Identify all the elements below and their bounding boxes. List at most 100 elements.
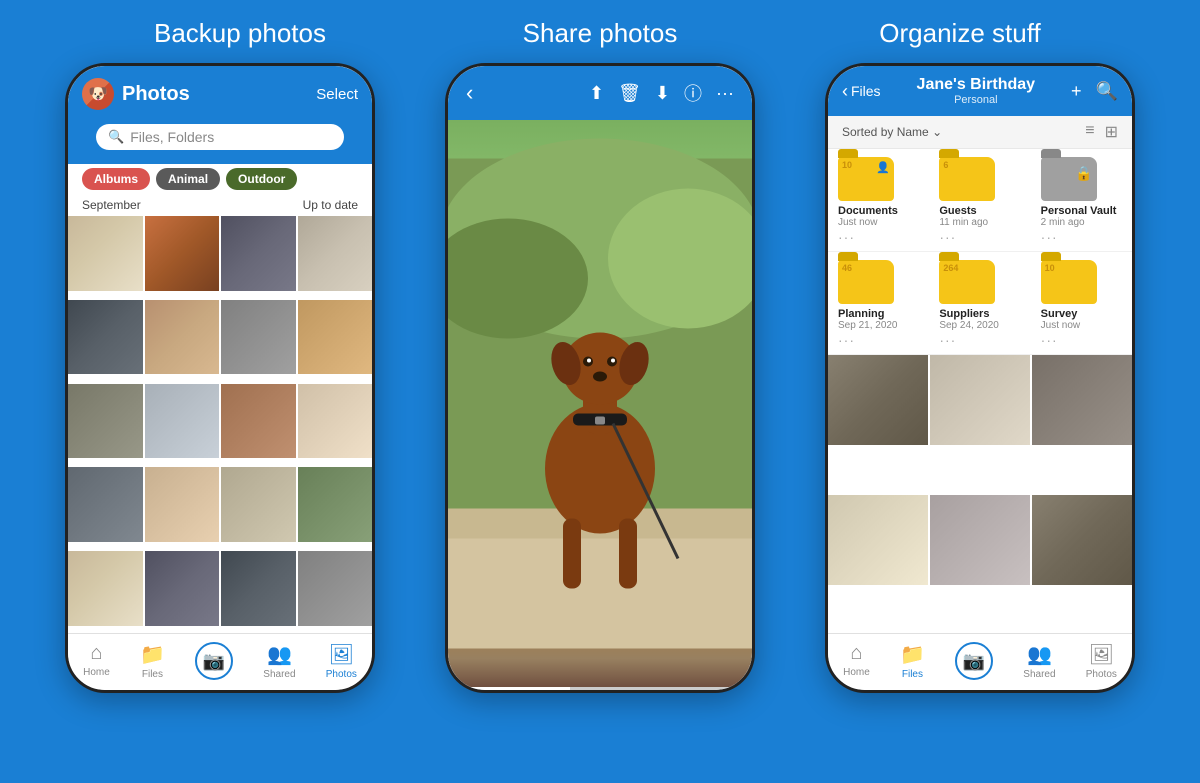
nav-home-label: Home <box>843 667 870 678</box>
nav-camera[interactable]: 📷 <box>195 642 233 680</box>
p3-back-button[interactable]: ‹ Files <box>842 81 881 102</box>
photo-cell[interactable] <box>930 495 1030 585</box>
info-icon[interactable]: ⓘ <box>684 80 702 106</box>
photo-cell[interactable] <box>145 467 220 542</box>
folder-documents[interactable]: 10 👤 Documents Just now ··· <box>828 149 929 252</box>
folder-date: Sep 24, 2020 <box>939 320 999 331</box>
folder-menu-icon[interactable]: ··· <box>1041 229 1058 245</box>
photo-cell[interactable] <box>298 551 373 626</box>
avatar: 🐶 <box>82 78 114 110</box>
photo-cell[interactable] <box>221 216 296 291</box>
nav-photos[interactable]: 🖼 Photos <box>1086 642 1117 680</box>
photo-cell[interactable] <box>68 300 143 375</box>
section-label: September <box>82 198 141 212</box>
photo-cell[interactable] <box>68 384 143 459</box>
folder-planning[interactable]: 46 Planning Sep 21, 2020 ··· <box>828 252 929 355</box>
photo-cell[interactable] <box>298 300 373 375</box>
feature-title-share: Share photos <box>440 18 760 49</box>
folder-personal-vault[interactable]: 🔒 Personal Vault 2 min ago ··· <box>1031 149 1132 252</box>
p2-photo-view[interactable] <box>448 120 752 687</box>
folder-tab <box>1041 149 1061 158</box>
nav-photos-label: Photos <box>1086 669 1117 680</box>
phone-organize: ‹ Files Jane's Birthday Personal + 🔍 Sor… <box>825 63 1135 693</box>
nav-camera[interactable]: 📷 <box>955 642 993 680</box>
photo-cell[interactable] <box>221 300 296 375</box>
photo-cell[interactable] <box>1032 355 1132 445</box>
back-arrow-icon: ‹ <box>842 81 848 102</box>
photos-icon: 🖼 <box>1089 642 1114 667</box>
tag-animal[interactable]: Animal <box>156 168 220 190</box>
share-icon[interactable]: ⬆ <box>589 83 604 104</box>
tag-albums[interactable]: Albums <box>82 168 150 190</box>
p1-header: 🐶 Photos Select <box>68 66 372 118</box>
nav-photos[interactable]: 🖼 Photos <box>326 642 357 680</box>
download-icon[interactable]: ⬇ <box>655 83 670 104</box>
folder-date: Just now <box>838 217 877 228</box>
photo-cell[interactable] <box>828 495 928 585</box>
photo-cell[interactable] <box>68 467 143 542</box>
photo-cell[interactable] <box>68 216 143 291</box>
folder-menu-icon[interactable]: ··· <box>1041 332 1058 348</box>
camera-circle: 📷 <box>195 642 233 680</box>
share-badge-icon: 👤 <box>876 161 890 174</box>
nav-files[interactable]: 📁 Files <box>140 642 165 680</box>
add-button[interactable]: + <box>1071 81 1082 102</box>
list-view-icon[interactable]: ≡ <box>1085 122 1094 142</box>
photo-cell[interactable] <box>221 467 296 542</box>
nav-home[interactable]: ⌂ Home <box>83 642 110 680</box>
files-icon: 📁 <box>140 642 165 667</box>
folder-menu-icon[interactable]: ··· <box>838 229 855 245</box>
home-icon: ⌂ <box>90 642 102 665</box>
p1-search-bar[interactable]: 🔍 Files, Folders <box>96 124 344 150</box>
folder-icon-wrap: 46 <box>838 260 894 304</box>
back-button[interactable]: ‹ <box>466 80 473 106</box>
nav-files[interactable]: 📁 Files <box>900 642 925 680</box>
photo-cell[interactable] <box>221 551 296 626</box>
folder-menu-icon[interactable]: ··· <box>939 332 956 348</box>
more-icon[interactable]: ··· <box>716 83 734 104</box>
dog-photo-svg <box>448 120 752 687</box>
folder-suppliers[interactable]: 264 Suppliers Sep 24, 2020 ··· <box>929 252 1030 355</box>
photo-cell[interactable] <box>145 216 220 291</box>
folder-icon: 46 <box>838 260 894 304</box>
p3-sort-bar: Sorted by Name ⌄ ≡ ⊞ <box>828 116 1132 149</box>
folder-survey[interactable]: 10 Survey Just now ··· <box>1031 252 1132 355</box>
photo-cell[interactable] <box>145 300 220 375</box>
sort-label[interactable]: Sorted by Name ⌄ <box>842 125 942 139</box>
p2-header: ‹ ⬆ 🗑 ⬇ ⓘ ··· <box>448 66 752 120</box>
search-placeholder: Files, Folders <box>130 129 214 145</box>
folder-menu-icon[interactable]: ··· <box>838 332 855 348</box>
folder-tab <box>838 149 858 158</box>
nav-shared[interactable]: 👥 Shared <box>263 642 295 680</box>
photo-cell[interactable] <box>1032 495 1132 585</box>
p3-album-subtitle: Personal <box>917 94 1036 106</box>
delete-icon[interactable]: 🗑 <box>618 83 641 104</box>
nav-shared[interactable]: 👥 Shared <box>1023 642 1055 680</box>
photo-cell[interactable] <box>298 384 373 459</box>
photo-cell[interactable] <box>828 355 928 445</box>
phone-backup: 🐶 Photos Select 🔍 Files, Folders Albums … <box>65 63 375 693</box>
photo-cell[interactable] <box>145 551 220 626</box>
p3-album-title: Jane's Birthday <box>917 76 1036 94</box>
folder-tab <box>939 149 959 158</box>
photo-cell[interactable] <box>298 467 373 542</box>
camera-circle: 📷 <box>955 642 993 680</box>
photo-cell[interactable] <box>930 355 1030 445</box>
photo-cell[interactable] <box>221 384 296 459</box>
search-button[interactable]: 🔍 <box>1096 81 1118 102</box>
camera-icon: 📷 <box>963 651 985 672</box>
home-icon: ⌂ <box>850 642 862 665</box>
tag-outdoor[interactable]: Outdoor <box>226 168 297 190</box>
photo-cell[interactable] <box>145 384 220 459</box>
nav-files-label: Files <box>142 669 163 680</box>
photo-cell[interactable] <box>298 216 373 291</box>
nav-home[interactable]: ⌂ Home <box>843 642 870 680</box>
photo-cell[interactable] <box>68 551 143 626</box>
p1-select-button[interactable]: Select <box>316 86 358 103</box>
grid-view-icon[interactable]: ⊞ <box>1105 122 1118 142</box>
folder-menu-icon[interactable]: ··· <box>939 229 956 245</box>
folder-name: Personal Vault <box>1041 205 1117 217</box>
p3-back-label: Files <box>851 83 881 99</box>
folder-guests[interactable]: 6 Guests 11 min ago ··· <box>929 149 1030 252</box>
p2-toolbar: ⬆ 🗑 ⬇ ⓘ ··· <box>589 80 734 106</box>
